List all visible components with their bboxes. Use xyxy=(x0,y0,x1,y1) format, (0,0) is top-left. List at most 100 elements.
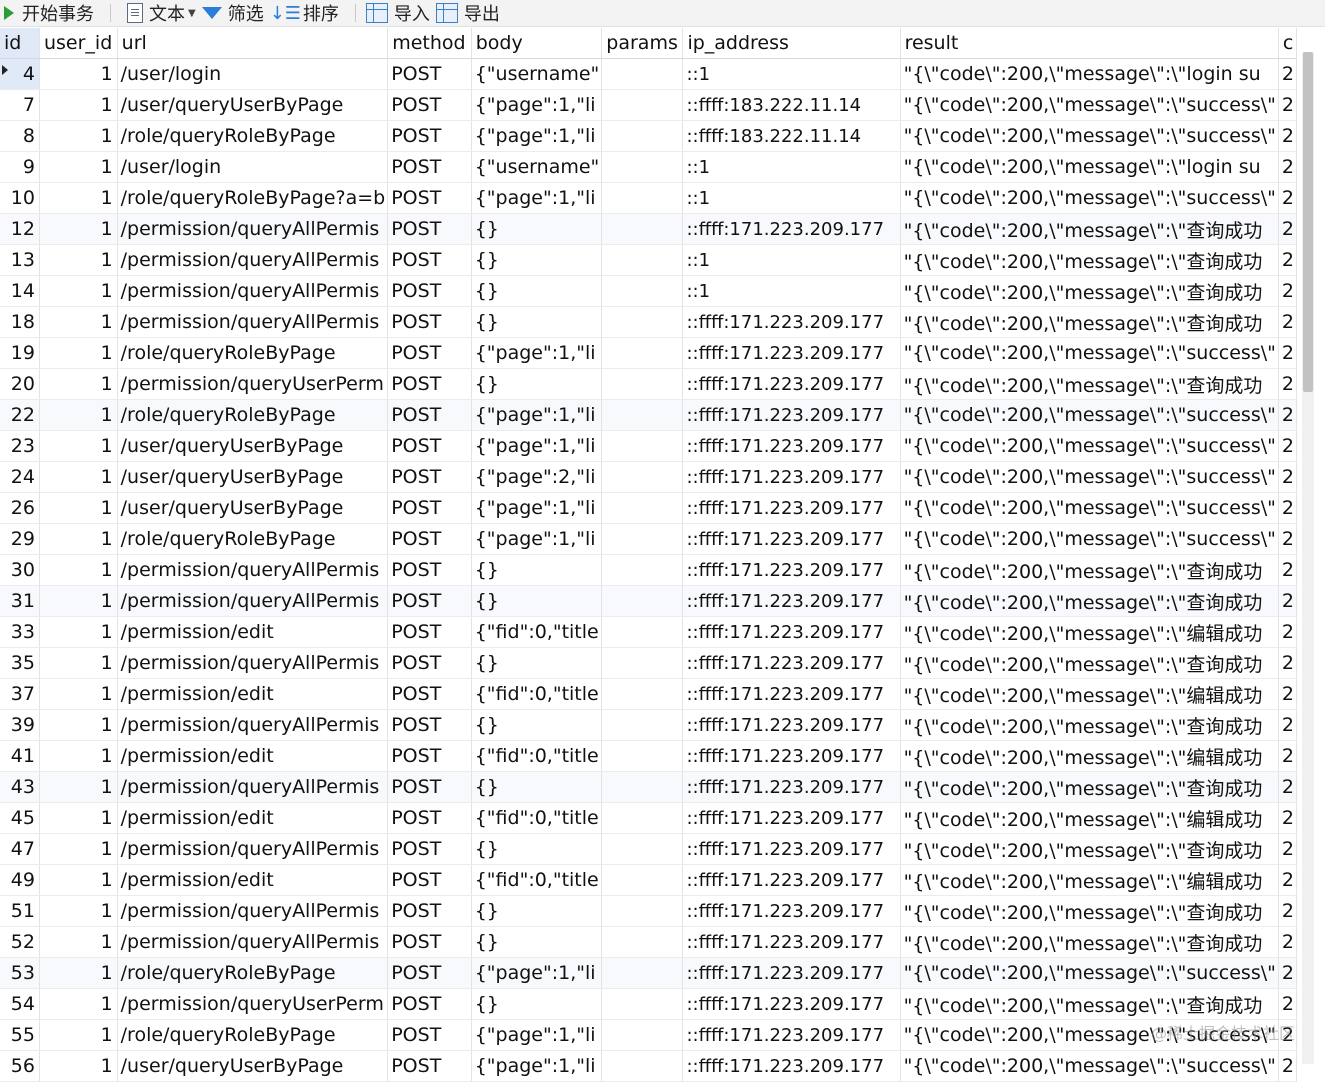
cell-method[interactable]: POST xyxy=(387,926,472,958)
column-header-ip-address[interactable]: ip_address xyxy=(682,28,901,59)
cell-method[interactable]: POST xyxy=(387,430,472,462)
table-row[interactable]: 8 1/role/queryRoleByPage POST {"page":1,"li… xyxy=(0,120,1298,152)
cell-body[interactable]: {"page":1,"li xyxy=(471,430,603,462)
cell-ip-address[interactable]: ::ffff:171.223.209.177 xyxy=(682,988,901,1020)
table-row[interactable]: 31 1/permission/queryAllPermis POST{}::fff… xyxy=(0,585,1298,617)
cell-url[interactable]: /role/queryRoleByPage xyxy=(117,120,389,152)
table-row[interactable]: 26 1/user/queryUserByPage POST {"page":1,"l… xyxy=(0,492,1298,524)
cell-c[interactable]: 2 xyxy=(1278,399,1298,431)
cell-body[interactable]: {"username" xyxy=(471,151,603,183)
cell-body[interactable]: {"username" xyxy=(471,58,603,90)
cell-id[interactable]: 39 xyxy=(0,709,40,741)
cell-ip-address[interactable]: ::ffff:171.223.209.177 xyxy=(682,461,901,493)
cell-params[interactable] xyxy=(601,585,684,617)
cell-body[interactable]: {"page":1,"li xyxy=(471,492,603,524)
cell-c[interactable]: 2 xyxy=(1278,740,1298,772)
cell-id[interactable]: 53 xyxy=(0,957,40,989)
table-row[interactable]: 41 1/permission/edit POST {"fid":0,"title::… xyxy=(0,740,1298,772)
cell-id[interactable]: 10 xyxy=(0,182,40,214)
table-row[interactable]: 47 1/permission/queryAllPermis POST{}::fff… xyxy=(0,833,1298,865)
cell-result[interactable]: "{\"code\":200,\"message\":\"success\" xyxy=(900,399,1279,431)
cell-method[interactable]: POST xyxy=(387,740,472,772)
cell-method[interactable]: POST xyxy=(387,585,472,617)
cell-params[interactable] xyxy=(601,461,684,493)
cell-method[interactable]: POST xyxy=(387,120,472,152)
cell-id[interactable]: 55 xyxy=(0,1019,40,1051)
cell-id[interactable]: 30 xyxy=(0,554,40,586)
table-row[interactable]: 54 1/permission/queryUserPerm POST{}::ffff… xyxy=(0,988,1298,1020)
table-row[interactable]: 19 1/role/queryRoleByPage POST {"page":1,"l… xyxy=(0,337,1298,369)
cell-c[interactable]: 2 xyxy=(1278,833,1298,865)
cell-method[interactable]: POST xyxy=(387,58,472,90)
table-row[interactable]: 20 1/permission/queryUserPerm POST{}::ffff… xyxy=(0,368,1298,400)
cell-id[interactable]: 37 xyxy=(0,678,40,710)
cell-ip-address[interactable]: ::ffff:171.223.209.177 xyxy=(682,740,901,772)
cell-params[interactable] xyxy=(601,926,684,958)
column-header-url[interactable]: url xyxy=(117,28,389,59)
cell-result[interactable]: "{\"code\":200,\"message\":\"success\" xyxy=(900,120,1279,152)
cell-ip-address[interactable]: ::ffff:171.223.209.177 xyxy=(682,430,901,462)
cell-result[interactable]: "{\"code\":200,\"message\":\"success\" xyxy=(900,492,1279,524)
cell-user-id[interactable]: 1 xyxy=(39,430,118,462)
cell-url[interactable]: /permission/queryAllPermis xyxy=(117,554,389,586)
cell-body[interactable]: {} xyxy=(471,306,603,338)
cell-method[interactable]: POST xyxy=(387,957,472,989)
cell-ip-address[interactable]: ::ffff:171.223.209.177 xyxy=(682,399,901,431)
cell-c[interactable]: 2 xyxy=(1278,771,1298,803)
cell-c[interactable]: 2 xyxy=(1278,1050,1298,1082)
cell-method[interactable]: POST xyxy=(387,864,472,896)
cell-c[interactable]: 2 xyxy=(1278,58,1298,90)
cell-method[interactable]: POST xyxy=(387,275,472,307)
table-row[interactable]: 53 1/role/queryRoleByPage POST {"page":1,"l… xyxy=(0,957,1298,989)
cell-params[interactable] xyxy=(601,368,684,400)
cell-ip-address[interactable]: ::1 xyxy=(682,244,901,276)
cell-params[interactable] xyxy=(601,244,684,276)
cell-ip-address[interactable]: ::ffff:171.223.209.177 xyxy=(682,306,901,338)
cell-url[interactable]: /role/queryRoleByPage?a=b xyxy=(117,182,389,214)
cell-method[interactable]: POST xyxy=(387,647,472,679)
cell-body[interactable]: {} xyxy=(471,895,603,927)
table-row[interactable]: 35 1/permission/queryAllPermis POST{}::fff… xyxy=(0,647,1298,679)
text-view-button[interactable]: 文本 ▼ xyxy=(121,0,202,26)
cell-result[interactable]: "{\"code\":200,\"message\":\"查询成功 xyxy=(900,213,1279,245)
cell-result[interactable]: "{\"code\":200,\"message\":\"查询成功 xyxy=(900,771,1279,803)
cell-url[interactable]: /permission/queryAllPermis xyxy=(117,585,389,617)
column-header-result[interactable]: result xyxy=(900,28,1279,59)
cell-user-id[interactable]: 1 xyxy=(39,1050,118,1082)
table-row[interactable]: 14 1/permission/queryAllPermis POST{}::1 "{… xyxy=(0,275,1298,307)
cell-body[interactable]: {"fid":0,"title xyxy=(471,678,603,710)
cell-method[interactable]: POST xyxy=(387,523,472,555)
cell-user-id[interactable]: 1 xyxy=(39,523,118,555)
cell-result[interactable]: "{\"code\":200,\"message\":\"编辑成功 xyxy=(900,802,1279,834)
cell-params[interactable] xyxy=(601,833,684,865)
cell-method[interactable]: POST xyxy=(387,337,472,369)
cell-ip-address[interactable]: ::ffff:171.223.209.177 xyxy=(682,368,901,400)
cell-body[interactable]: {"page":1,"li xyxy=(471,1050,603,1082)
cell-params[interactable] xyxy=(601,678,684,710)
import-button[interactable]: 导入 xyxy=(365,0,436,26)
cell-url[interactable]: /user/login xyxy=(117,58,389,90)
cell-url[interactable]: /permission/queryAllPermis xyxy=(117,306,389,338)
cell-user-id[interactable]: 1 xyxy=(39,244,118,276)
cell-method[interactable]: POST xyxy=(387,89,472,121)
table-row[interactable]: 18 1/permission/queryAllPermis POST{}::fff… xyxy=(0,306,1298,338)
cell-url[interactable]: /user/queryUserByPage xyxy=(117,89,389,121)
cell-params[interactable] xyxy=(601,151,684,183)
cell-ip-address[interactable]: ::ffff:171.223.209.177 xyxy=(682,709,901,741)
cell-result[interactable]: "{\"code\":200,\"message\":\"success\" xyxy=(900,430,1279,462)
cell-method[interactable]: POST xyxy=(387,1050,472,1082)
cell-url[interactable]: /permission/queryAllPermis xyxy=(117,895,389,927)
cell-body[interactable]: {} xyxy=(471,213,603,245)
cell-ip-address[interactable]: ::ffff:171.223.209.177 xyxy=(682,585,901,617)
table-row[interactable]: 24 1/user/queryUserByPage POST {"page":2,"l… xyxy=(0,461,1298,493)
cell-c[interactable]: 2 xyxy=(1278,647,1298,679)
cell-user-id[interactable]: 1 xyxy=(39,368,118,400)
cell-id[interactable]: 47 xyxy=(0,833,40,865)
cell-id[interactable]: 23 xyxy=(0,430,40,462)
cell-ip-address[interactable]: ::ffff:171.223.209.177 xyxy=(682,1019,901,1051)
cell-user-id[interactable]: 1 xyxy=(39,988,118,1020)
cell-url[interactable]: /permission/queryAllPermis xyxy=(117,275,389,307)
cell-result[interactable]: "{\"code\":200,\"message\":\"查询成功 xyxy=(900,895,1279,927)
cell-ip-address[interactable]: ::1 xyxy=(682,151,901,183)
cell-method[interactable]: POST xyxy=(387,988,472,1020)
